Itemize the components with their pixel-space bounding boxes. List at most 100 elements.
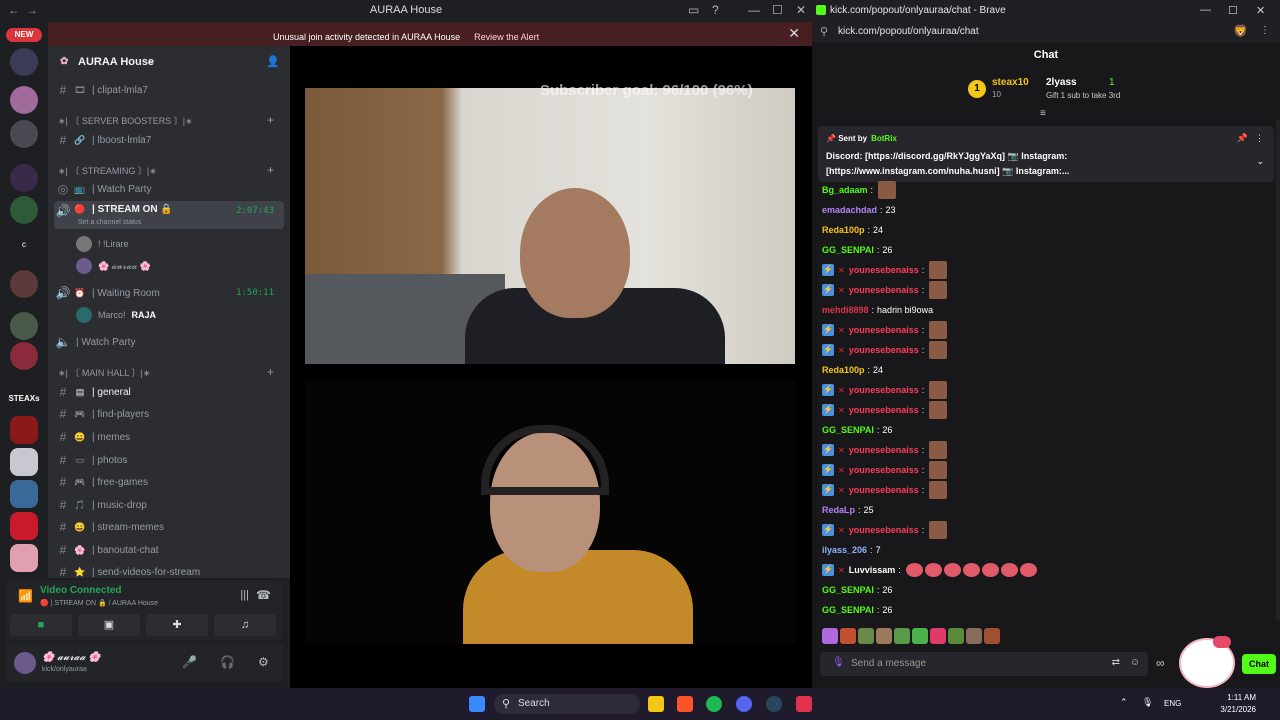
- chat-username[interactable]: younesebenaiss: [849, 465, 919, 475]
- chat-message[interactable]: ⚡ ✕ younesebenaiss:: [822, 380, 948, 400]
- chat-username[interactable]: younesebenaiss: [849, 445, 919, 455]
- chat-username[interactable]: younesebenaiss: [849, 525, 919, 535]
- chat-message[interactable]: GG_SENPAI:26: [822, 600, 892, 620]
- tray-chevron-icon[interactable]: ⌃: [1120, 697, 1128, 708]
- chat-message[interactable]: ⚡ ✕ younesebenaiss:: [822, 340, 948, 360]
- menu-icon[interactable]: ⋮: [1260, 25, 1270, 36]
- voice-user[interactable]: ! !Lirare■: [76, 234, 315, 254]
- noise-suppression-icon[interactable]: |||: [240, 589, 249, 601]
- channel-free-games[interactable]: # 🎮 | free-games: [54, 472, 284, 492]
- brave-active-icon[interactable]: [796, 696, 812, 712]
- activities-button[interactable]: ✚: [146, 614, 208, 636]
- system-clock[interactable]: 1:11 AM 3/21/2026: [1220, 692, 1256, 716]
- chat-username[interactable]: emadachdad: [822, 205, 877, 215]
- chevron-down-icon[interactable]: ⌄: [1256, 156, 1264, 167]
- pinned-line-2[interactable]: [https://www.instagram.com/nuha.husni] 📷…: [826, 166, 1069, 177]
- taskbar-search[interactable]: ⚲ Search: [494, 694, 640, 714]
- chat-username[interactable]: Bg_adaam: [822, 185, 868, 195]
- headphones-icon[interactable]: 🎧: [220, 655, 235, 669]
- voice-stream-on[interactable]: 🔊 🔴 | STREAM ON 🔒 2:07:43 Set a channel stat…: [54, 201, 284, 229]
- channel-general[interactable]: # ▤ | general: [54, 382, 284, 402]
- video-tile-streamer[interactable]: [305, 88, 795, 364]
- brave-icon[interactable]: [677, 696, 693, 712]
- server-icon[interactable]: [10, 544, 38, 572]
- server-icon[interactable]: [10, 480, 38, 508]
- maximize-icon[interactable]: ☐: [772, 3, 783, 17]
- new-badge[interactable]: NEW: [6, 28, 42, 42]
- mic-icon[interactable]: 🎤: [182, 655, 197, 669]
- video-tile-user[interactable]: [305, 380, 795, 644]
- channel-lboost[interactable]: # 🔗 | lboost-lmla7: [54, 130, 284, 150]
- chat-username[interactable]: Reda100p: [822, 365, 865, 375]
- channel-stream-memes[interactable]: # 😄 | stream-memes: [54, 517, 284, 537]
- avatar[interactable]: [14, 652, 36, 674]
- second-gifter-name[interactable]: 2lyass: [1046, 77, 1077, 88]
- chat-username[interactable]: younesebenaiss: [849, 265, 919, 275]
- url-text[interactable]: kick.com/popout/onlyauraa/chat: [838, 26, 979, 37]
- top-gifter-name[interactable]: steax10: [992, 77, 1029, 88]
- chat-message[interactable]: ⚡ ✕ younesebenaiss:: [822, 320, 948, 340]
- address-bar[interactable]: ⚲ kick.com/popout/onlyauraa/chat 🦁 ⋮: [812, 22, 1280, 42]
- chat-message[interactable]: Bg_adaam:: [822, 180, 897, 200]
- chat-username[interactable]: Luvvissam: [849, 565, 896, 575]
- server-icon[interactable]: [10, 196, 38, 224]
- server-icon[interactable]: [10, 164, 38, 192]
- chat-message[interactable]: ilyass_206:7: [822, 540, 881, 560]
- chat-username[interactable]: younesebenaiss: [849, 385, 919, 395]
- chat-username[interactable]: RedaLp: [822, 505, 855, 515]
- chat-message[interactable]: GG_SENPAI:26: [822, 240, 892, 260]
- chat-username[interactable]: ilyass_206: [822, 545, 867, 555]
- close-icon[interactable]: ✕: [1256, 4, 1265, 17]
- invite-icon[interactable]: 👤: [266, 55, 280, 68]
- chat-username[interactable]: younesebenaiss: [849, 285, 919, 295]
- server-icon[interactable]: [10, 448, 38, 476]
- mic-icon[interactable]: 🎙: [832, 657, 845, 668]
- expand-icon[interactable]: ≡: [1040, 108, 1046, 119]
- category-main-hall[interactable]: ∗| 〔 MAIN HALL 〕|∗ +: [54, 362, 284, 382]
- chat-username[interactable]: GG_SENPAI: [822, 585, 874, 595]
- pinned-line-1[interactable]: Discord: [https://discord.gg/RkYJggYaXq]…: [826, 151, 1067, 162]
- chat-message[interactable]: ⚡ ✕ younesebenaiss:: [822, 260, 948, 280]
- chat-username[interactable]: younesebenaiss: [849, 485, 919, 495]
- chat-message[interactable]: ⚡ ✕ younesebenaiss:: [822, 520, 948, 540]
- channel-photos[interactable]: # ▭ | photos: [54, 450, 284, 470]
- voice-user[interactable]: 🌸 𝓪𝓾𝓻𝓪𝓪 🌸■: [76, 256, 315, 276]
- chat-username[interactable]: younesebenaiss: [849, 345, 919, 355]
- send-chat-button[interactable]: Chat: [1242, 654, 1276, 674]
- gift-sub-link[interactable]: Gift 1 sub to take 3rd: [1046, 91, 1120, 100]
- discord-icon[interactable]: [736, 696, 752, 712]
- category-streaming[interactable]: ∗| 〔 STREAMING 〕|∗ +: [54, 160, 284, 180]
- server-label-steaxs[interactable]: STEAXs: [4, 384, 44, 412]
- channel-music-drop[interactable]: # 🎵 | music-drop: [54, 495, 284, 515]
- server-icon[interactable]: [10, 342, 38, 370]
- signal-icon[interactable]: 📶: [18, 589, 33, 603]
- translate-icon[interactable]: ⇄: [1112, 657, 1120, 668]
- channel-send-videos[interactable]: # ⭐ | send-videos-for-stream: [54, 562, 284, 582]
- camera-button[interactable]: ■: [10, 614, 72, 636]
- settings-gear-icon[interactable]: ⚙: [258, 655, 269, 669]
- scrollbar[interactable]: [1276, 120, 1280, 620]
- chat-message[interactable]: ⚡ ✕ younesebenaiss:: [822, 460, 948, 480]
- chat-username[interactable]: mehdi8898: [822, 305, 869, 315]
- voice-watch-party-2[interactable]: 🔈 | Watch Party: [54, 332, 284, 352]
- chat-message[interactable]: ⚡ ✕ Luvvissam:: [822, 560, 1037, 580]
- chat-username[interactable]: Reda100p: [822, 225, 865, 235]
- server-icon[interactable]: [10, 416, 38, 444]
- minimize-icon[interactable]: —: [1200, 4, 1211, 16]
- voice-waiting-room[interactable]: 🔊 ⏰ | Waiting Room 1:50:11: [54, 283, 284, 303]
- emote-icon[interactable]: ☺: [1130, 657, 1140, 668]
- server-icon[interactable]: [10, 512, 38, 540]
- screenshare-button[interactable]: ▣: [78, 614, 140, 636]
- more-icon[interactable]: ⋮: [1255, 133, 1264, 144]
- chat-username[interactable]: GG_SENPAI: [822, 605, 874, 615]
- server-icon[interactable]: [10, 86, 38, 114]
- server-header[interactable]: ✿ AURAA House ⌄ 👤: [48, 46, 290, 78]
- inbox-icon[interactable]: ▭: [688, 3, 699, 17]
- help-icon[interactable]: ?: [712, 3, 719, 17]
- channel-find-players[interactable]: # 🎮 | find-players: [54, 404, 284, 424]
- chat-message[interactable]: Reda100p:24: [822, 360, 883, 380]
- chat-message[interactable]: ⚡ ✕ younesebenaiss:: [822, 400, 948, 420]
- file-explorer-icon[interactable]: [648, 696, 664, 712]
- brave-shields-icon[interactable]: 🦁: [1233, 24, 1248, 38]
- unpin-icon[interactable]: 📌: [1237, 133, 1248, 144]
